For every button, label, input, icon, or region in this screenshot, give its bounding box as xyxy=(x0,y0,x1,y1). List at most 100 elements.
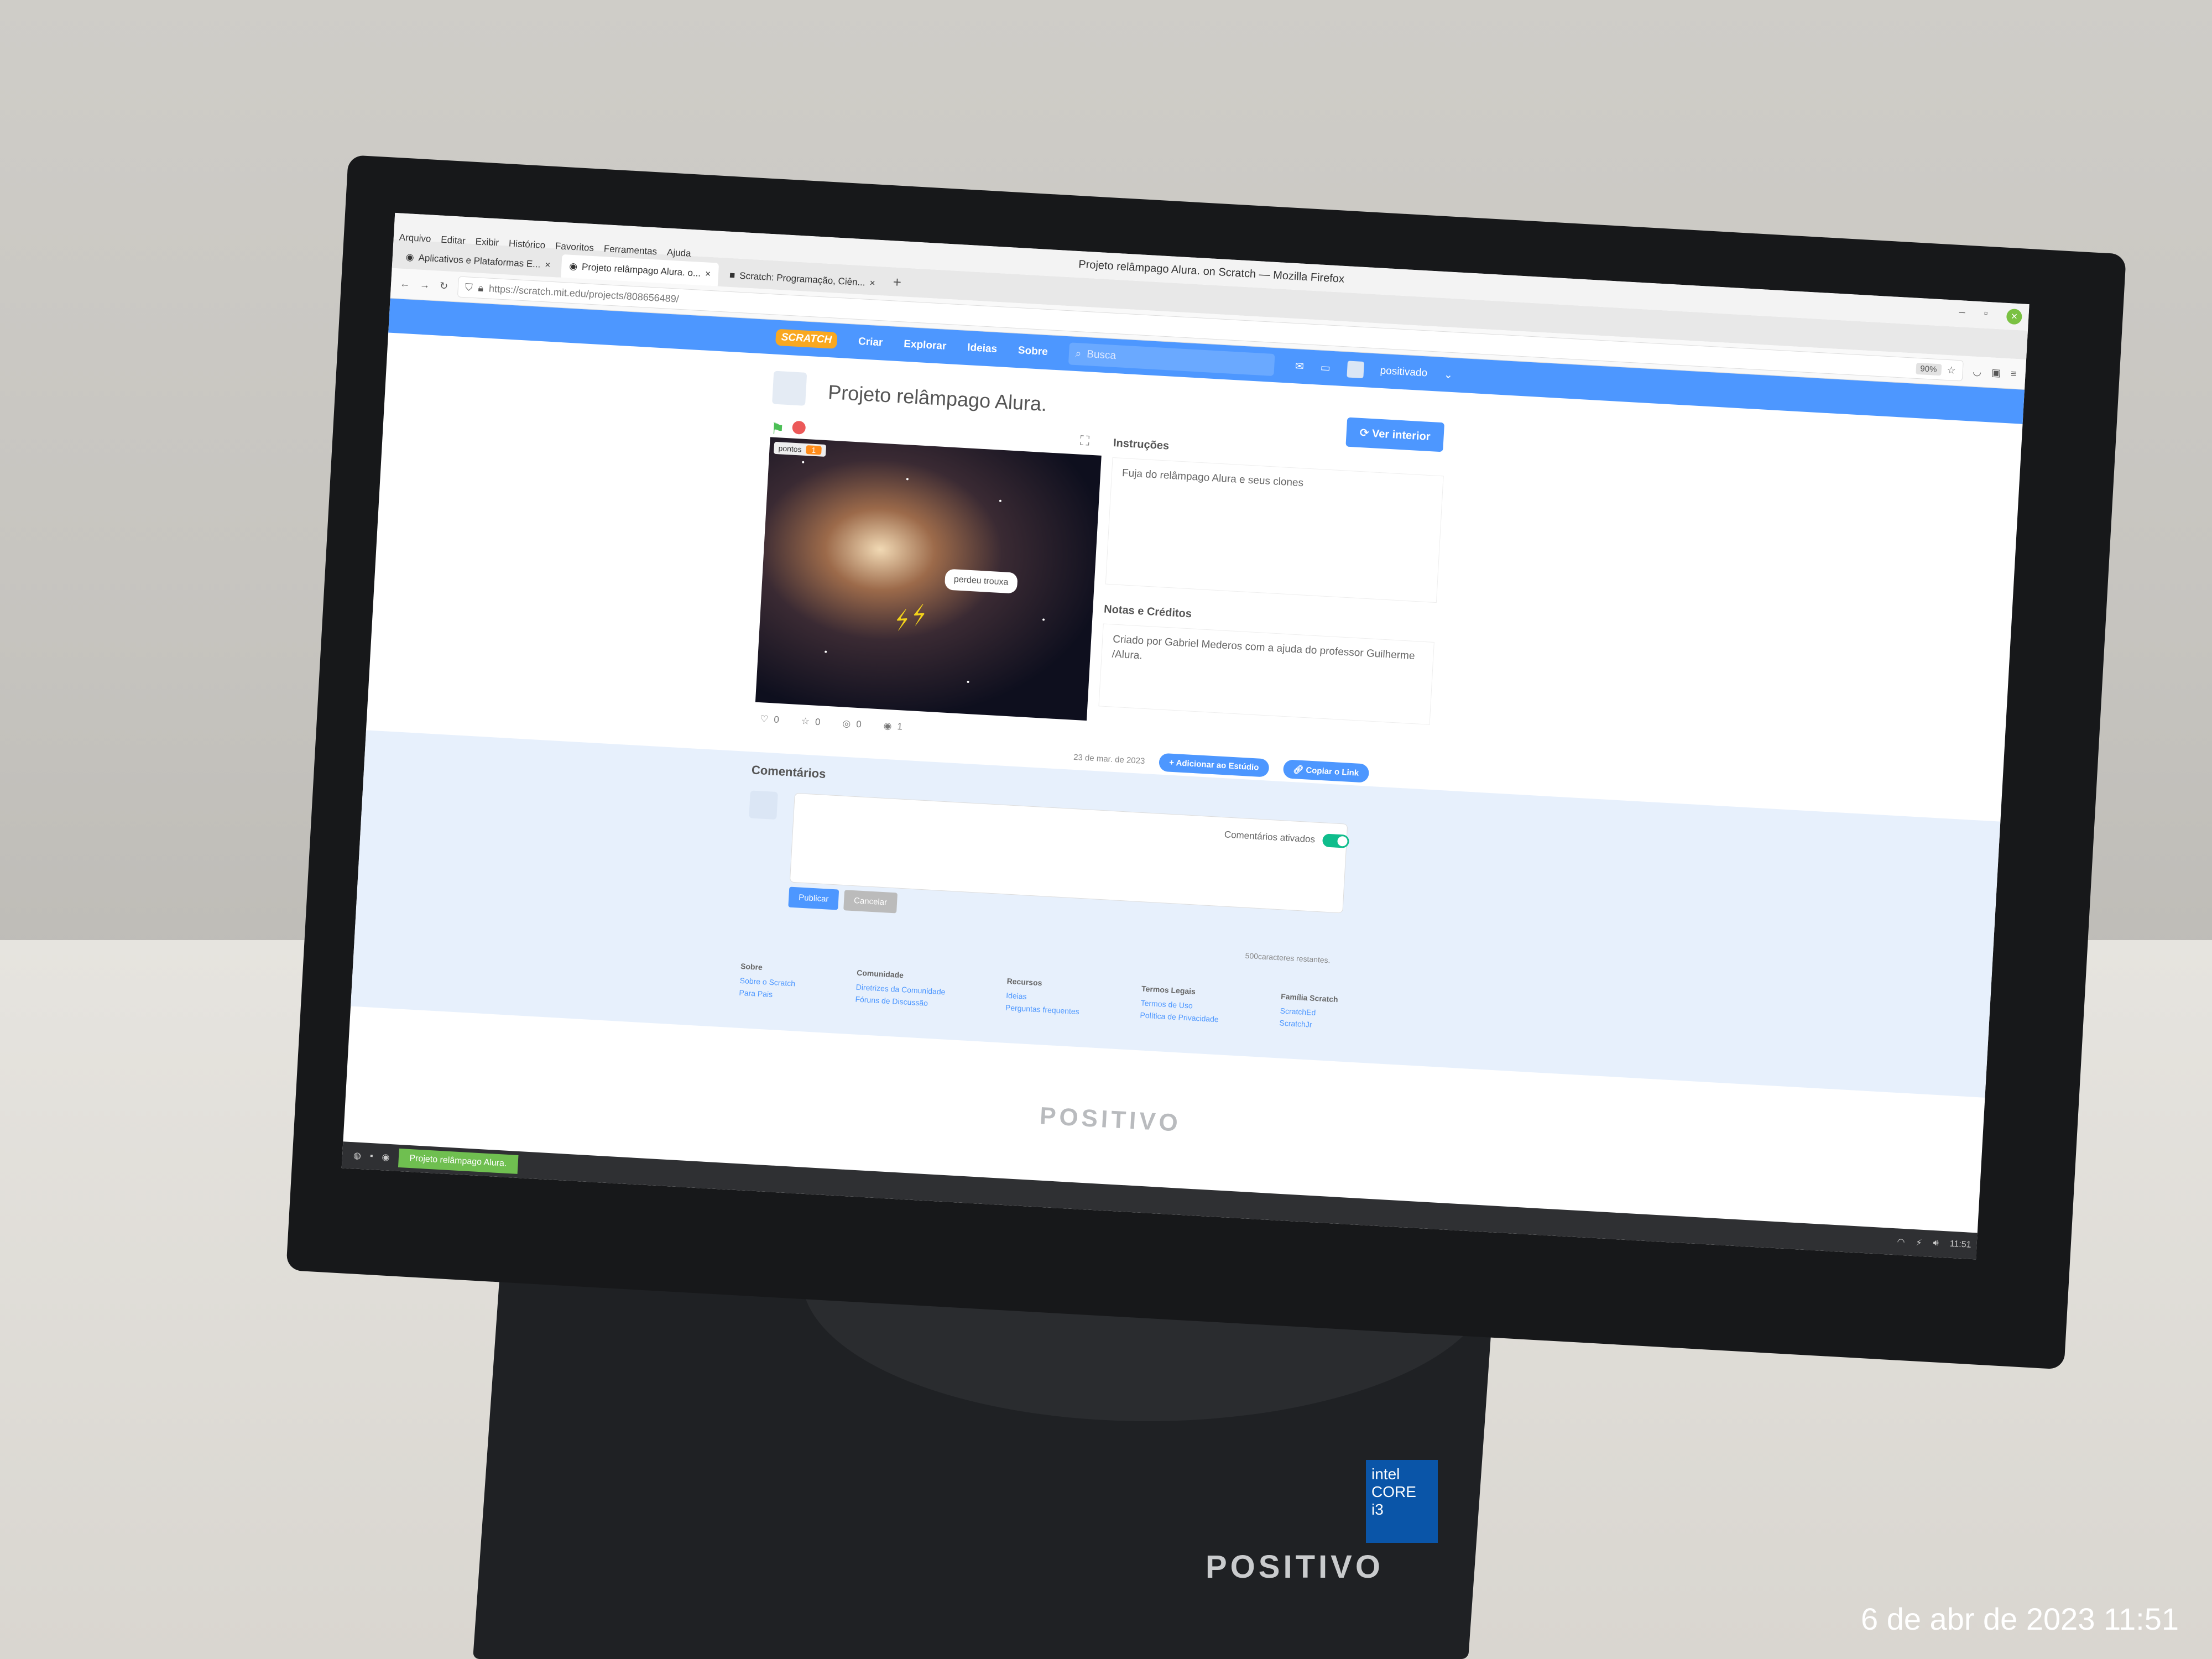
clock: 11:51 xyxy=(1949,1239,1972,1250)
back-arrow-icon[interactable]: ← xyxy=(400,278,410,290)
bookmark-star-icon[interactable]: ☆ xyxy=(1947,364,1956,376)
variable-monitor: pontos 1 xyxy=(774,441,826,457)
fullscreen-icon[interactable]: ⛶ xyxy=(1079,434,1089,450)
chars-remaining: 500caracteres restantes. xyxy=(1245,951,1331,965)
footer-link[interactable]: Para Pais xyxy=(739,988,795,1000)
green-flag-icon[interactable]: ⚑ xyxy=(770,419,785,438)
footer-link[interactable]: Perguntas frequentes xyxy=(1005,1003,1080,1016)
search-icon: ⌕ xyxy=(1075,347,1082,360)
tab-close-icon[interactable]: × xyxy=(545,259,551,271)
footer-link[interactable]: Fóruns de Discussão xyxy=(855,995,945,1009)
volume-icon[interactable]: 🔊︎ xyxy=(1933,1238,1939,1250)
add-to-studio-label: Adicionar ao Estúdio xyxy=(1176,758,1259,773)
add-to-studio-button[interactable]: + Adicionar ao Estúdio xyxy=(1159,753,1270,778)
intel-core-badge: intel CORE i3 xyxy=(1366,1460,1438,1543)
footer-link[interactable]: ScratchJr xyxy=(1279,1018,1337,1030)
tab-close-icon[interactable]: × xyxy=(869,278,875,289)
close-icon[interactable]: × xyxy=(2006,308,2023,325)
nav-user-area: ✉ ▭ positivado ⌄ xyxy=(1295,358,1453,383)
username[interactable]: positivado xyxy=(1380,365,1428,380)
see-inside-button[interactable]: ⟳ Ver interior xyxy=(1345,417,1444,452)
star xyxy=(906,478,909,481)
url-text: https://scratch.mit.edu/projects/8086564… xyxy=(488,283,680,305)
star xyxy=(999,499,1002,502)
footer-link[interactable]: Sobre o Scratch xyxy=(739,976,795,988)
wifi-icon[interactable]: ◠ xyxy=(1897,1236,1905,1248)
project-stage[interactable]: pontos 1 perdeu trouxa ⚡⚡ xyxy=(755,437,1102,721)
chevron-down-icon[interactable]: ⌄ xyxy=(1443,368,1453,382)
copy-link-button[interactable]: 🔗︎ Copiar o Link xyxy=(1282,759,1370,783)
user-avatar[interactable] xyxy=(1346,361,1364,379)
menu-ajuda[interactable]: Ajuda xyxy=(666,247,691,259)
tab-favicon-icon: ◉ xyxy=(405,252,415,263)
project-title: Projeto relâmpago Alura. xyxy=(827,380,1048,416)
power-icon[interactable]: ⚡ xyxy=(1916,1237,1922,1249)
footer-col-title: Família Scratch xyxy=(1280,992,1339,1004)
footer-link[interactable]: ScratchEd xyxy=(1280,1006,1337,1018)
footer-col-title: Recursos xyxy=(1006,976,1042,988)
menu-editar[interactable]: Editar xyxy=(441,234,466,247)
monitor-bezel: Projeto relâmpago Alura. on Scratch — Mo… xyxy=(286,155,2126,1370)
comments-toggle[interactable] xyxy=(1322,833,1350,848)
footer-col-title: Sobre xyxy=(740,961,763,972)
nav-explorar[interactable]: Explorar xyxy=(904,338,947,353)
shield-icon[interactable]: ⛉ xyxy=(465,281,473,294)
pocket-icon[interactable]: ◡ xyxy=(1973,366,1982,378)
variable-name: pontos xyxy=(778,444,802,454)
os-taskbar: ◍ ▪ ◉ Projeto relâmpago Alura. ◠ ⚡ 🔊︎ 11… xyxy=(341,1141,1989,1260)
search-input[interactable]: ⌕ Busca xyxy=(1068,342,1275,377)
tab-label: Aplicativos e Plataformas E... xyxy=(418,252,541,270)
lock-icon[interactable]: 🔒︎ xyxy=(478,282,484,294)
window-controls: – ▫ × xyxy=(1959,306,2023,325)
terminal-icon[interactable]: ▪ xyxy=(369,1151,373,1161)
love-stat[interactable]: ♡ 0 xyxy=(760,713,780,726)
post-button[interactable]: Publicar xyxy=(788,886,839,910)
nav-sobre[interactable]: Sobre xyxy=(1018,345,1048,358)
tab-label: Scratch: Programação, Ciên... xyxy=(739,270,866,288)
favorite-stat[interactable]: ☆ 0 xyxy=(801,716,821,728)
notes-text: Criado por Gabriel Mederos com a ajuda d… xyxy=(1098,623,1434,725)
stop-icon[interactable] xyxy=(792,420,806,435)
scratch-logo[interactable]: SCRATCH xyxy=(775,328,838,349)
tab-close-icon[interactable]: × xyxy=(705,268,711,280)
remix-stat: ◎ 0 xyxy=(842,718,862,730)
zoom-level[interactable]: 90% xyxy=(1915,362,1942,375)
minimize-icon[interactable]: – xyxy=(1959,306,1965,322)
star xyxy=(967,680,969,684)
menu-exibir[interactable]: Exibir xyxy=(475,236,499,248)
nav-criar[interactable]: Criar xyxy=(858,336,883,349)
project-info: Instruções Fuja do relâmpago Alura e seu… xyxy=(1098,437,1445,744)
reload-icon[interactable]: ↻ xyxy=(439,280,448,292)
hamburger-menu-icon[interactable]: ≡ xyxy=(2011,368,2017,380)
new-tab-icon[interactable]: + xyxy=(886,273,909,291)
maximize-icon[interactable]: ▫ xyxy=(1984,307,1988,323)
menu-arquivo[interactable]: Arquivo xyxy=(399,232,431,244)
copy-link-label: Copiar o Link xyxy=(1305,765,1359,778)
start-menu-icon[interactable]: ◍ xyxy=(353,1150,362,1161)
footer-link[interactable]: Ideias xyxy=(1006,991,1081,1004)
my-stuff-folder-icon[interactable]: ▭ xyxy=(1320,361,1331,374)
favorite-count: 0 xyxy=(815,716,821,728)
cancel-button[interactable]: Cancelar xyxy=(843,890,898,914)
system-tray: ◠ ⚡ 🔊︎ 11:51 xyxy=(1897,1236,1988,1252)
footer-col-title: Comunidade xyxy=(856,968,904,980)
commenter-avatar xyxy=(749,790,778,820)
menu-historico[interactable]: Histórico xyxy=(509,238,546,251)
lightning-sprite-icon: ⚡⚡ xyxy=(889,598,932,637)
footer-link[interactable]: Termos de Uso xyxy=(1140,998,1219,1011)
love-count: 0 xyxy=(773,714,780,726)
menu-favoritos[interactable]: Favoritos xyxy=(555,241,594,254)
firefox-icon[interactable]: ◉ xyxy=(382,1151,390,1163)
taskbar-active-window[interactable]: Projeto relâmpago Alura. xyxy=(398,1148,519,1174)
footer-link[interactable]: Diretrizes da Comunidade xyxy=(855,983,946,997)
nav-ideias[interactable]: Ideias xyxy=(967,342,998,356)
messages-icon[interactable]: ✉ xyxy=(1295,360,1304,373)
star-icon: ☆ xyxy=(801,716,810,727)
author-avatar[interactable] xyxy=(772,371,807,406)
extension-icon[interactable]: ▣ xyxy=(1991,367,2001,379)
footer-link[interactable]: Política de Privacidade xyxy=(1140,1010,1219,1024)
tab-favicon-icon: ■ xyxy=(729,269,735,281)
instructions-text: Fuja do relâmpago Alura e seus clones xyxy=(1105,457,1444,603)
forward-arrow-icon[interactable]: → xyxy=(420,279,430,291)
intel-line-3: i3 xyxy=(1371,1501,1384,1518)
